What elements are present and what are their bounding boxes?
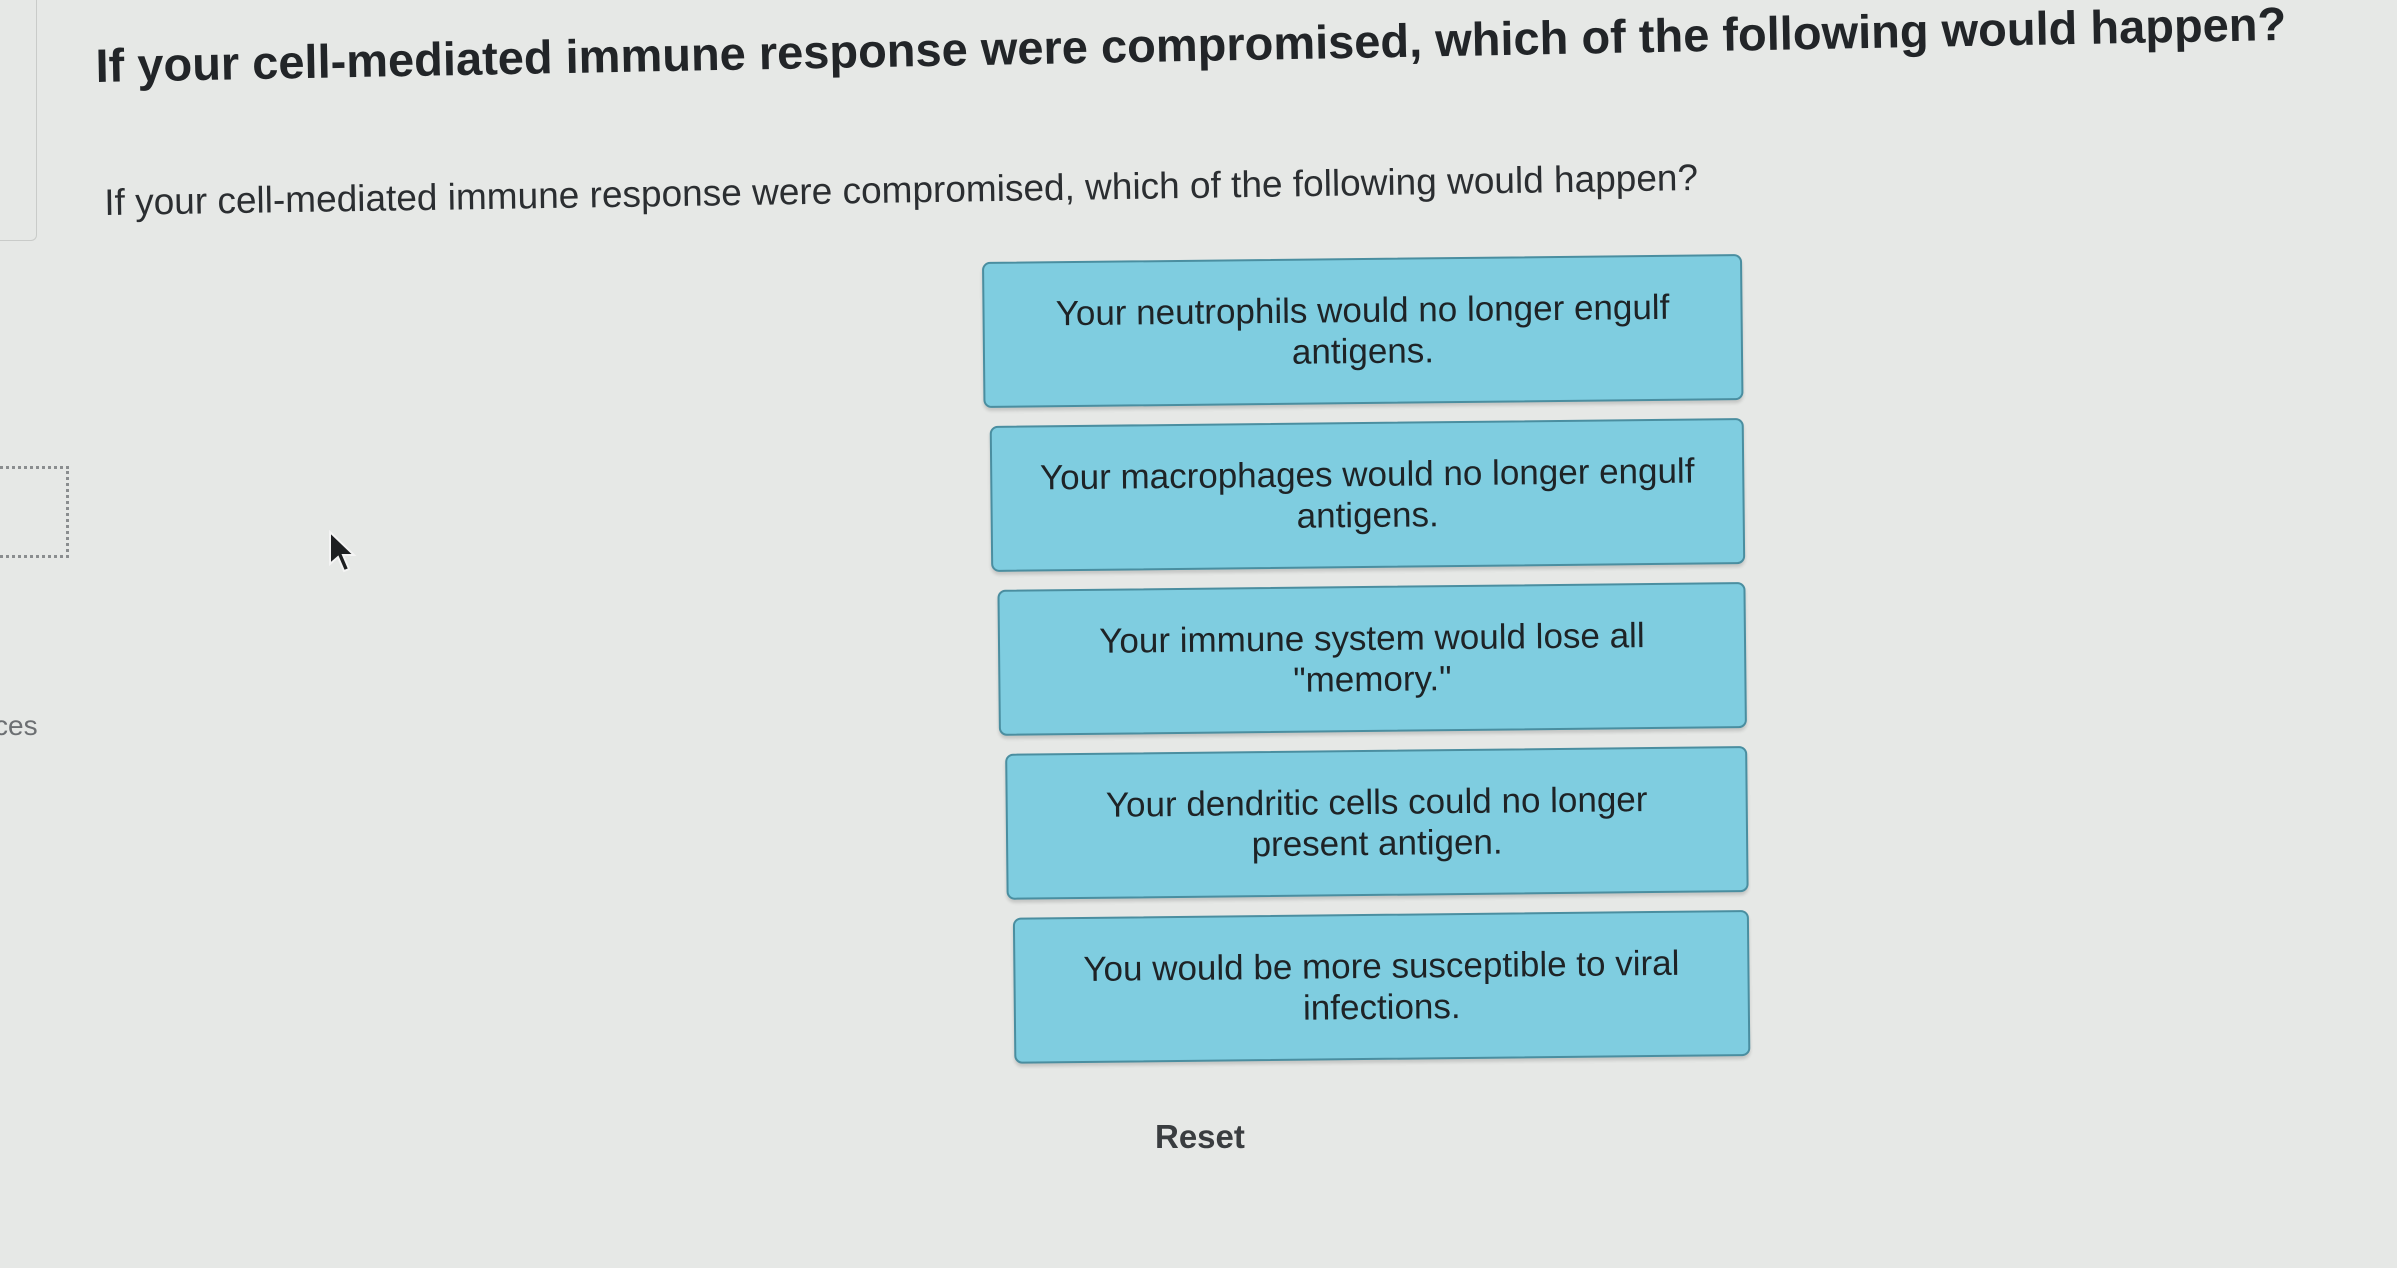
mouse-pointer-icon [329, 530, 357, 573]
page-title: If your cell-mediated immune response we… [95, 0, 2287, 92]
left-panel-edge [0, 0, 37, 241]
answer-option-neutrophils[interactable]: Your neutrophils would no longer engulf … [982, 254, 1744, 408]
answer-option-viral-infections[interactable]: You would be more susceptible to viral i… [1012, 910, 1751, 1064]
answer-option-memory[interactable]: Your immune system would lose all "memor… [997, 582, 1747, 736]
answer-option-macrophages[interactable]: Your macrophages would no longer engulf … [989, 418, 1746, 572]
question-prompt: If your cell-mediated immune response we… [104, 156, 1699, 223]
reset-button[interactable]: Reset [1155, 1118, 1245, 1156]
side-label: ces [0, 710, 38, 741]
answer-options-list: Your neutrophils would no longer engulf … [982, 254, 1751, 1082]
drop-target-placeholder[interactable] [0, 466, 69, 558]
answer-option-dendritic-cells[interactable]: Your dendritic cells could no longer pre… [1005, 746, 1749, 900]
